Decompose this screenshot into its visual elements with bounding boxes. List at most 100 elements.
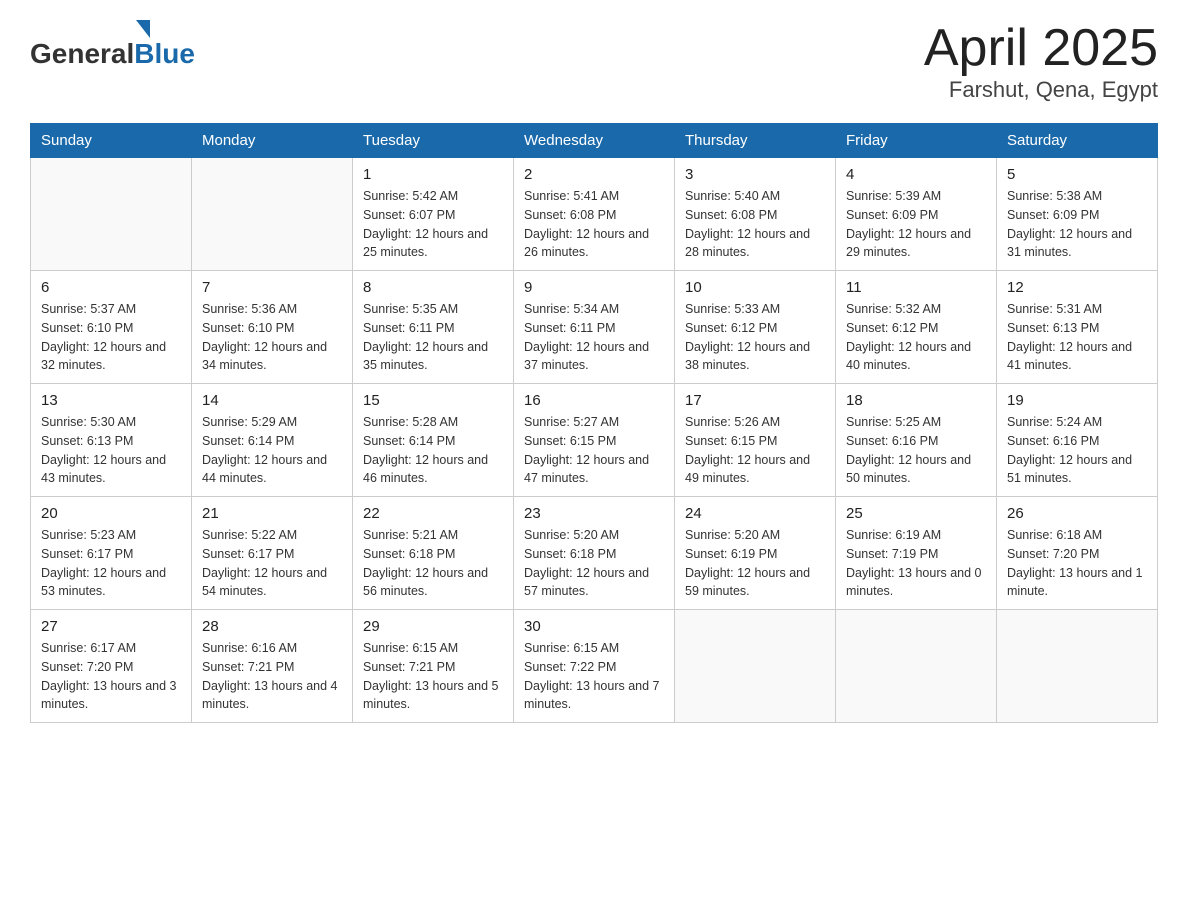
day-info: Sunrise: 5:32 AMSunset: 6:12 PMDaylight:… [846, 300, 986, 375]
calendar-cell: 27 Sunrise: 6:17 AMSunset: 7:20 PMDayligh… [31, 610, 192, 723]
day-number: 11 [846, 279, 986, 296]
calendar-cell: 19 Sunrise: 5:24 AMSunset: 6:16 PMDayligh… [997, 384, 1158, 497]
calendar-week-4: 20Sunrise: 5:23 AMSunset: 6:17 PMDayligh… [31, 497, 1158, 610]
day-number: 7 [202, 279, 342, 296]
calendar-cell [836, 610, 997, 723]
day-number: 13 [41, 392, 181, 409]
day-info: Sunrise: 5:35 AMSunset: 6:11 PMDaylight:… [363, 300, 503, 375]
day-header-thursday: Thursday [675, 124, 836, 158]
day-info: Sunrise: 5:37 AMSunset: 6:10 PMDaylight:… [41, 300, 181, 375]
calendar-cell [675, 610, 836, 723]
calendar-header-row: SundayMondayTuesdayWednesdayThursdayFrid… [31, 124, 1158, 158]
calendar-cell: 5 Sunrise: 5:38 AMSunset: 6:09 PMDaylight… [997, 158, 1158, 271]
day-number: 27 [41, 618, 181, 635]
day-info: Sunrise: 6:15 AMSunset: 7:22 PMDaylight:… [524, 639, 664, 714]
day-info: Sunrise: 5:25 AMSunset: 6:16 PMDaylight:… [846, 413, 986, 488]
calendar-week-1: 1Sunrise: 5:42 AMSunset: 6:07 PMDaylight… [31, 158, 1158, 271]
day-info: Sunrise: 5:36 AMSunset: 6:10 PMDaylight:… [202, 300, 342, 375]
day-number: 19 [1007, 392, 1147, 409]
calendar-cell: 18 Sunrise: 5:25 AMSunset: 6:16 PMDayligh… [836, 384, 997, 497]
day-info: Sunrise: 5:30 AMSunset: 6:13 PMDaylight:… [41, 413, 181, 488]
calendar-cell [31, 158, 192, 271]
calendar-cell [997, 610, 1158, 723]
day-info: Sunrise: 5:39 AMSunset: 6:09 PMDaylight:… [846, 187, 986, 262]
day-info: Sunrise: 5:38 AMSunset: 6:09 PMDaylight:… [1007, 187, 1147, 262]
day-number: 17 [685, 392, 825, 409]
day-info: Sunrise: 5:24 AMSunset: 6:16 PMDaylight:… [1007, 413, 1147, 488]
calendar-cell: 25 Sunrise: 6:19 AMSunset: 7:19 PMDayligh… [836, 497, 997, 610]
day-info: Sunrise: 5:31 AMSunset: 6:13 PMDaylight:… [1007, 300, 1147, 375]
calendar-cell: 7 Sunrise: 5:36 AMSunset: 6:10 PMDaylight… [192, 271, 353, 384]
day-header-sunday: Sunday [31, 124, 192, 158]
day-info: Sunrise: 5:27 AMSunset: 6:15 PMDaylight:… [524, 413, 664, 488]
calendar-week-5: 27 Sunrise: 6:17 AMSunset: 7:20 PMDayligh… [31, 610, 1158, 723]
calendar-cell: 15 Sunrise: 5:28 AMSunset: 6:14 PMDayligh… [353, 384, 514, 497]
day-number: 4 [846, 166, 986, 183]
day-number: 15 [363, 392, 503, 409]
day-info: Sunrise: 6:15 AMSunset: 7:21 PMDaylight:… [363, 639, 503, 714]
calendar-cell: 12 Sunrise: 5:31 AMSunset: 6:13 PMDayligh… [997, 271, 1158, 384]
day-number: 14 [202, 392, 342, 409]
logo: General Blue [30, 20, 195, 70]
day-number: 23 [524, 505, 664, 522]
page-header: General Blue April 2025 Farshut, Qena, E… [30, 20, 1158, 103]
day-number: 26 [1007, 505, 1147, 522]
day-number: 21 [202, 505, 342, 522]
day-header-saturday: Saturday [997, 124, 1158, 158]
day-number: 20 [41, 505, 181, 522]
day-number: 6 [41, 279, 181, 296]
calendar-week-2: 6 Sunrise: 5:37 AMSunset: 6:10 PMDaylight… [31, 271, 1158, 384]
day-number: 28 [202, 618, 342, 635]
day-number: 8 [363, 279, 503, 296]
day-info: Sunrise: 5:42 AMSunset: 6:07 PMDaylight:… [363, 187, 503, 262]
calendar-cell: 26 Sunrise: 6:18 AMSunset: 7:20 PMDayligh… [997, 497, 1158, 610]
logo-blue-part: Blue [134, 20, 195, 70]
day-header-wednesday: Wednesday [514, 124, 675, 158]
calendar-cell: 10 Sunrise: 5:33 AMSunset: 6:12 PMDayligh… [675, 271, 836, 384]
logo-general-text: General [30, 38, 134, 70]
day-info: Sunrise: 5:41 AMSunset: 6:08 PMDaylight:… [524, 187, 664, 262]
day-info: Sunrise: 6:19 AMSunset: 7:19 PMDaylight:… [846, 526, 986, 601]
calendar-cell: 1Sunrise: 5:42 AMSunset: 6:07 PMDaylight… [353, 158, 514, 271]
calendar-table: SundayMondayTuesdayWednesdayThursdayFrid… [30, 123, 1158, 723]
calendar-cell: 30 Sunrise: 6:15 AMSunset: 7:22 PMDayligh… [514, 610, 675, 723]
day-info: Sunrise: 5:33 AMSunset: 6:12 PMDaylight:… [685, 300, 825, 375]
day-number: 29 [363, 618, 503, 635]
calendar-cell [192, 158, 353, 271]
day-info: Sunrise: 6:16 AMSunset: 7:21 PMDaylight:… [202, 639, 342, 714]
day-info: Sunrise: 5:29 AMSunset: 6:14 PMDaylight:… [202, 413, 342, 488]
day-number: 18 [846, 392, 986, 409]
day-info: Sunrise: 5:22 AMSunset: 6:17 PMDaylight:… [202, 526, 342, 601]
day-number: 10 [685, 279, 825, 296]
day-info: Sunrise: 5:28 AMSunset: 6:14 PMDaylight:… [363, 413, 503, 488]
day-number: 2 [524, 166, 664, 183]
day-number: 9 [524, 279, 664, 296]
day-header-tuesday: Tuesday [353, 124, 514, 158]
logo-arrow-icon [136, 20, 150, 38]
day-info: Sunrise: 6:17 AMSunset: 7:20 PMDaylight:… [41, 639, 181, 714]
calendar-cell: 8 Sunrise: 5:35 AMSunset: 6:11 PMDaylight… [353, 271, 514, 384]
logo-blue-text: Blue [134, 38, 195, 70]
day-info: Sunrise: 5:40 AMSunset: 6:08 PMDaylight:… [685, 187, 825, 262]
day-info: Sunrise: 5:26 AMSunset: 6:15 PMDaylight:… [685, 413, 825, 488]
calendar-cell: 28 Sunrise: 6:16 AMSunset: 7:21 PMDayligh… [192, 610, 353, 723]
day-info: Sunrise: 5:20 AMSunset: 6:18 PMDaylight:… [524, 526, 664, 601]
calendar-cell: 29 Sunrise: 6:15 AMSunset: 7:21 PMDayligh… [353, 610, 514, 723]
title-block: April 2025 Farshut, Qena, Egypt [924, 20, 1158, 103]
calendar-cell: 3 Sunrise: 5:40 AMSunset: 6:08 PMDaylight… [675, 158, 836, 271]
day-number: 25 [846, 505, 986, 522]
calendar-subtitle: Farshut, Qena, Egypt [924, 77, 1158, 103]
calendar-cell: 14 Sunrise: 5:29 AMSunset: 6:14 PMDayligh… [192, 384, 353, 497]
day-info: Sunrise: 6:18 AMSunset: 7:20 PMDaylight:… [1007, 526, 1147, 601]
day-number: 30 [524, 618, 664, 635]
calendar-cell: 20Sunrise: 5:23 AMSunset: 6:17 PMDayligh… [31, 497, 192, 610]
calendar-cell: 4 Sunrise: 5:39 AMSunset: 6:09 PMDaylight… [836, 158, 997, 271]
calendar-cell: 22Sunrise: 5:21 AMSunset: 6:18 PMDayligh… [353, 497, 514, 610]
day-number: 22 [363, 505, 503, 522]
day-header-friday: Friday [836, 124, 997, 158]
day-number: 3 [685, 166, 825, 183]
calendar-cell: 6 Sunrise: 5:37 AMSunset: 6:10 PMDaylight… [31, 271, 192, 384]
calendar-cell: 16Sunrise: 5:27 AMSunset: 6:15 PMDayligh… [514, 384, 675, 497]
day-number: 5 [1007, 166, 1147, 183]
day-number: 12 [1007, 279, 1147, 296]
